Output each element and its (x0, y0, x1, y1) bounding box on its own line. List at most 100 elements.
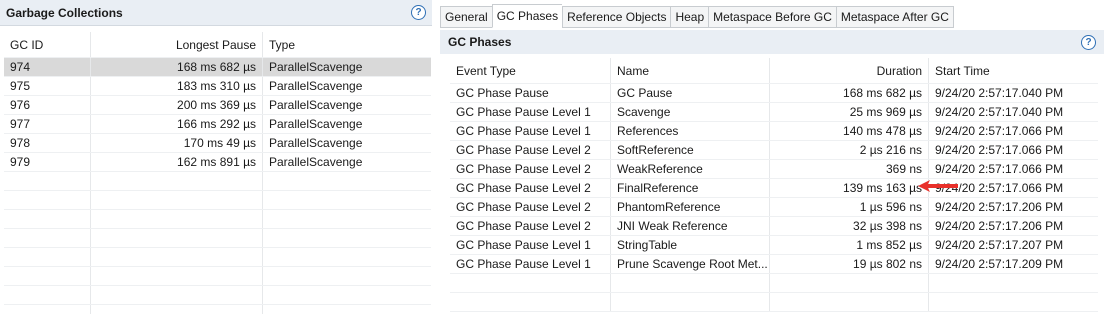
cell-name: PhantomReference (611, 198, 770, 216)
tab-metaspace-after-gc[interactable]: Metaspace After GC (835, 6, 954, 28)
cell-duration: 168 ms 682 µs (770, 84, 929, 102)
cell-event-type: GC Phase Pause Level 2 (450, 141, 611, 159)
cell-duration: 2 µs 216 ns (770, 141, 929, 159)
cell-gc-id: 979 (4, 153, 91, 171)
column-header-duration[interactable]: Duration (770, 58, 929, 83)
cell-duration: 369 ns (770, 160, 929, 178)
column-header-longest-pause[interactable]: Longest Pause (91, 32, 263, 57)
column-header-name[interactable]: Name (611, 58, 770, 83)
column-header-event-type[interactable]: Event Type (450, 58, 611, 83)
table-header: GC ID Longest Pause Type (4, 32, 431, 58)
cell-name: SoftReference (611, 141, 770, 159)
garbage-collections-panel: Garbage Collections ? GC ID Longest Paus… (0, 0, 432, 314)
table-row[interactable]: 974 168 ms 682 µs ParallelScavenge (4, 58, 431, 77)
empty-row (4, 229, 431, 248)
table-row[interactable]: GC Phase Pause Level 1 StringTable 1 ms 85… (450, 236, 1098, 255)
cell-start-time: 9/24/20 2:57:17.207 PM (935, 238, 1064, 252)
panel-header: Garbage Collections ? (0, 0, 432, 26)
cell-longest-pause: 200 ms 369 µs (91, 96, 263, 114)
cell-gc-id: 974 (4, 58, 91, 76)
cell-name: JNI Weak Reference (611, 217, 770, 235)
table-row[interactable]: GC Phase Pause Level 2 WeakReference 369 n… (450, 160, 1098, 179)
tab-bar: General GC Phases Reference Objects Heap… (440, 4, 954, 28)
cell-event-type: GC Phase Pause Level 1 (450, 255, 611, 273)
cell-event-type: GC Phase Pause Level 2 (450, 179, 611, 197)
cell-duration: 140 ms 478 µs (770, 122, 929, 140)
table-row[interactable]: GC Phase Pause Level 2 FinalReference 139 … (450, 179, 1098, 198)
cell-start-time: 9/24/20 2:57:17.066 PM (935, 162, 1064, 176)
cell-longest-pause: 170 ms 49 µs (91, 134, 263, 152)
table-row[interactable]: 976 200 ms 369 µs ParallelScavenge (4, 96, 431, 115)
cell-longest-pause: 168 ms 682 µs (91, 58, 263, 76)
cell-type: ParallelScavenge (269, 117, 363, 131)
empty-row (4, 248, 431, 267)
panel-title: Garbage Collections (6, 5, 123, 20)
gc-phases-table: Event Type Name Duration Start Time GC P… (450, 58, 1098, 312)
help-icon[interactable]: ? (1081, 34, 1096, 50)
cell-event-type: GC Phase Pause Level 2 (450, 160, 611, 178)
gc-table: GC ID Longest Pause Type 974 168 ms 682 µ… (4, 32, 431, 314)
table-row[interactable]: 975 183 ms 310 µs ParallelScavenge (4, 77, 431, 96)
cell-name: Scavenge (611, 103, 770, 121)
cell-type: ParallelScavenge (269, 155, 363, 169)
tab-gc-phases[interactable]: GC Phases (491, 4, 563, 28)
cell-longest-pause: 166 ms 292 µs (91, 115, 263, 133)
cell-duration: 19 µs 802 ns (770, 255, 929, 273)
cell-name: Prune Scavenge Root Met... (611, 255, 770, 273)
empty-row (4, 286, 431, 305)
cell-event-type: GC Phase Pause Level 1 (450, 236, 611, 254)
table-row[interactable]: GC Phase Pause Level 2 PhantomReference 1 … (450, 198, 1098, 217)
tab-reference-objects[interactable]: Reference Objects (562, 6, 671, 28)
cell-event-type: GC Phase Pause Level 1 (450, 122, 611, 140)
tab-general[interactable]: General (440, 6, 492, 28)
empty-row (4, 172, 431, 191)
column-header-gc-id[interactable]: GC ID (4, 32, 91, 57)
table-row[interactable]: GC Phase Pause Level 2 JNI Weak Reference… (450, 217, 1098, 236)
table-row[interactable]: GC Phase Pause GC Pause 168 ms 682 µs 9/24/… (450, 84, 1098, 103)
tab-heap[interactable]: Heap (670, 6, 709, 28)
cell-name: WeakReference (611, 160, 770, 178)
empty-row (4, 267, 431, 286)
cell-start-time: 9/24/20 2:57:17.066 PM (935, 124, 1064, 138)
cell-start-time: 9/24/20 2:57:17.206 PM (935, 219, 1064, 233)
cell-start-time: 9/24/20 2:57:17.040 PM (935, 105, 1064, 119)
table-row[interactable]: 978 170 ms 49 µs ParallelScavenge (4, 134, 431, 153)
table-row[interactable]: GC Phase Pause Level 1 References 140 ms 4… (450, 122, 1098, 141)
table-row[interactable]: 977 166 ms 292 µs ParallelScavenge (4, 115, 431, 134)
gc-details-panel: General GC Phases Reference Objects Heap… (440, 0, 1110, 314)
cell-name: References (611, 122, 770, 140)
cell-type: ParallelScavenge (269, 98, 363, 112)
cell-duration: 139 ms 163 µs (770, 179, 929, 197)
cell-event-type: GC Phase Pause Level 1 (450, 103, 611, 121)
cell-name: FinalReference (611, 179, 770, 197)
cell-gc-id: 976 (4, 96, 91, 114)
empty-row (4, 210, 431, 229)
table-row[interactable]: 979 162 ms 891 µs ParallelScavenge (4, 153, 431, 172)
empty-row (4, 191, 431, 210)
cell-start-time: 9/24/20 2:57:17.066 PM (935, 143, 1064, 157)
column-header-type[interactable]: Type (263, 38, 431, 52)
cell-start-time: 9/24/20 2:57:17.206 PM (935, 200, 1064, 214)
column-header-start-time[interactable]: Start Time (929, 64, 1098, 78)
cell-gc-id: 978 (4, 134, 91, 152)
empty-row (4, 305, 431, 314)
cell-event-type: GC Phase Pause Level 2 (450, 217, 611, 235)
cell-longest-pause: 183 ms 310 µs (91, 77, 263, 95)
table-row[interactable]: GC Phase Pause Level 2 SoftReference 2 µs … (450, 141, 1098, 160)
empty-row (450, 293, 1098, 312)
cell-name: StringTable (611, 236, 770, 254)
cell-duration: 25 ms 969 µs (770, 103, 929, 121)
cell-name: GC Pause (611, 84, 770, 102)
cell-gc-id: 977 (4, 115, 91, 133)
cell-duration: 1 µs 596 ns (770, 198, 929, 216)
tab-metaspace-before-gc[interactable]: Metaspace Before GC (708, 6, 836, 28)
table-row[interactable]: GC Phase Pause Level 1 Prune Scavenge Roo… (450, 255, 1098, 274)
cell-type: ParallelScavenge (269, 136, 363, 150)
cell-duration: 32 µs 398 ns (770, 217, 929, 235)
cell-gc-id: 975 (4, 77, 91, 95)
table-row[interactable]: GC Phase Pause Level 1 Scavenge 25 ms 969 … (450, 103, 1098, 122)
help-icon[interactable]: ? (411, 5, 426, 20)
red-arrow-icon (918, 180, 958, 192)
cell-longest-pause: 162 ms 891 µs (91, 153, 263, 171)
cell-event-type: GC Phase Pause Level 2 (450, 198, 611, 216)
